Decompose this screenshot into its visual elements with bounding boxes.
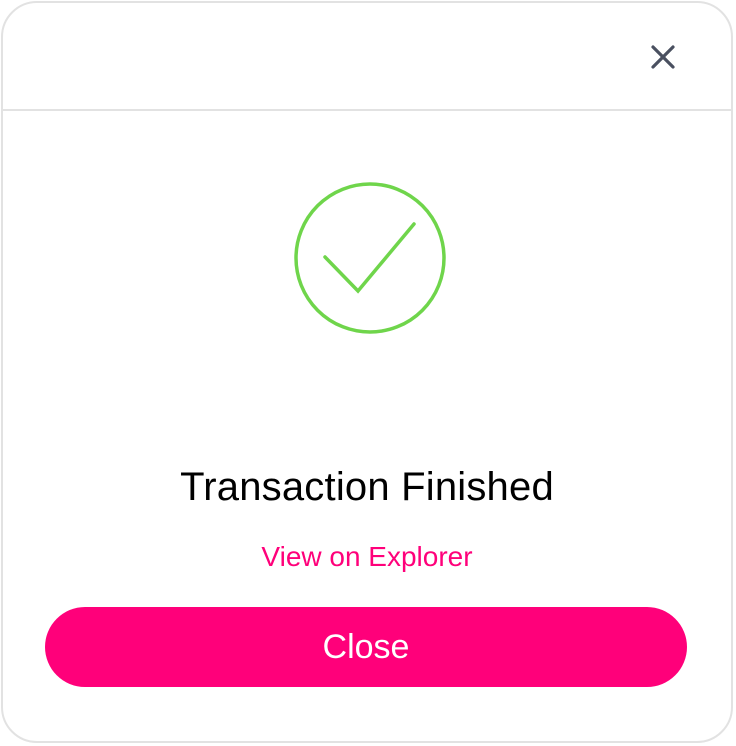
close-button[interactable]: Close — [45, 607, 687, 687]
checkmark-circle-icon — [293, 181, 447, 335]
view-on-explorer-link[interactable]: View on Explorer — [3, 541, 731, 573]
modal-title: Transaction Finished — [180, 465, 554, 509]
close-icon[interactable] — [647, 41, 679, 73]
modal-header — [3, 3, 731, 111]
transaction-modal: Transaction Finished View on Explorer Cl… — [1, 1, 733, 743]
